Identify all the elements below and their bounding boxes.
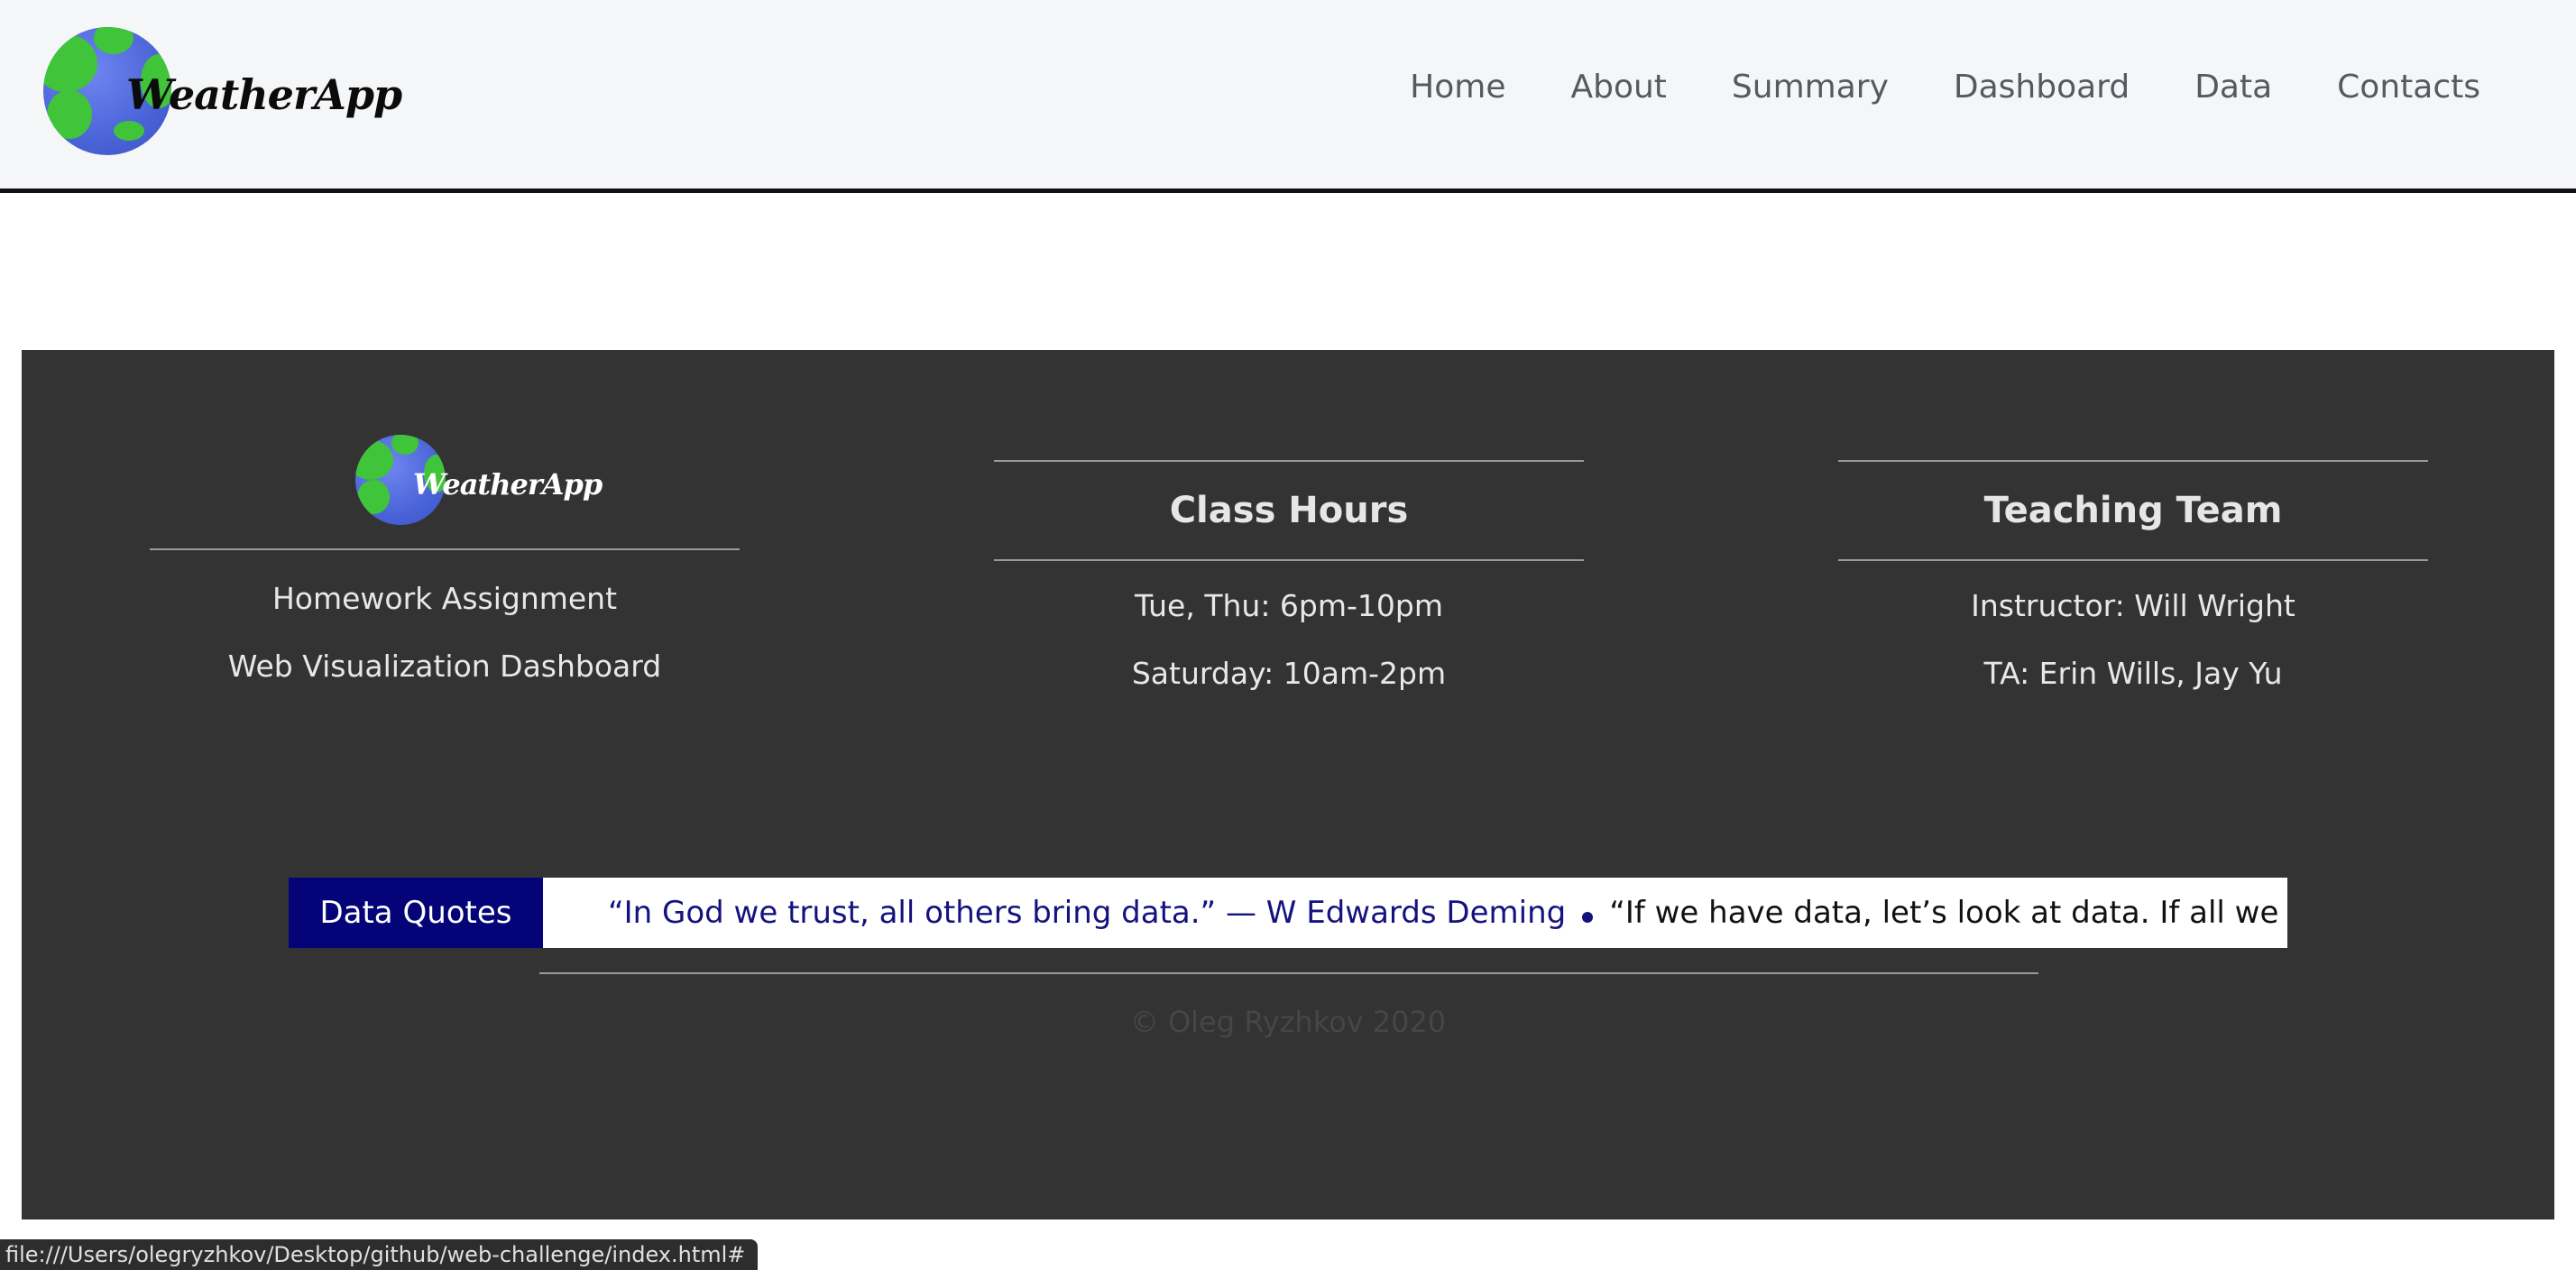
- divider: [539, 972, 2038, 974]
- divider: [1838, 559, 2428, 561]
- divider: [150, 548, 740, 550]
- logo-text: WeatherApp: [126, 70, 402, 119]
- divider: [994, 559, 1584, 561]
- ticker-track: “In God we trust, all others bring data.…: [543, 878, 2287, 948]
- nav-summary[interactable]: Summary: [1732, 69, 1889, 106]
- nav-contacts[interactable]: Contacts: [2337, 69, 2480, 106]
- bullet-icon: [1582, 912, 1594, 923]
- quotes-ticker: Data Quotes “In God we trust, all others…: [289, 878, 2287, 948]
- footer-logo-text: WeatherApp: [413, 467, 603, 502]
- instructor-line: Instructor: Will Wright: [1971, 588, 2295, 623]
- footer-col-assignment: Homework Assignment Web Visualization Da…: [150, 548, 740, 684]
- nav-dashboard[interactable]: Dashboard: [1954, 69, 2130, 106]
- class-hours-title: Class Hours: [1169, 490, 1409, 531]
- ta-line: TA: Erin Wills, Jay Yu: [1983, 656, 2283, 691]
- assignment-line-2: Web Visualization Dashboard: [227, 649, 662, 684]
- footer-col-teaching-team: Teaching Team Instructor: Will Wright TA…: [1838, 460, 2428, 691]
- copyright: © Oleg Ryzhkov 2020: [1129, 1005, 1447, 1039]
- quote-barksdale: “If we have data, let’s look at data. If…: [1609, 895, 2287, 931]
- footer-col-class-hours: Class Hours Tue, Thu: 6pm-10pm Saturday:…: [994, 460, 1584, 691]
- ticker-row: “In God we trust, all others bring data.…: [608, 878, 2287, 948]
- footer-logo[interactable]: WeatherApp: [355, 435, 603, 532]
- nav-about[interactable]: About: [1570, 69, 1666, 106]
- ticker-label: Data Quotes: [289, 878, 543, 948]
- site-header: WeatherApp Home About Summary Dashboard …: [0, 0, 2576, 193]
- class-hours-line-1: Tue, Thu: 6pm-10pm: [1134, 588, 1444, 623]
- logo[interactable]: WeatherApp: [43, 27, 402, 162]
- status-bar-url: file:///Users/olegryzhkov/Desktop/github…: [0, 1239, 759, 1270]
- class-hours-line-2: Saturday: 10am-2pm: [1131, 656, 1447, 691]
- teaching-team-title: Teaching Team: [1983, 490, 2283, 531]
- nav-home[interactable]: Home: [1410, 69, 1505, 106]
- nav-data[interactable]: Data: [2194, 69, 2272, 106]
- assignment-line-1: Homework Assignment: [271, 581, 618, 616]
- quote-deming: “In God we trust, all others bring data.…: [608, 895, 1567, 931]
- footer-panel: WeatherApp Homework Assignment Web Visua…: [22, 350, 2554, 1219]
- main-nav: Home About Summary Dashboard Data Contac…: [1345, 69, 2480, 106]
